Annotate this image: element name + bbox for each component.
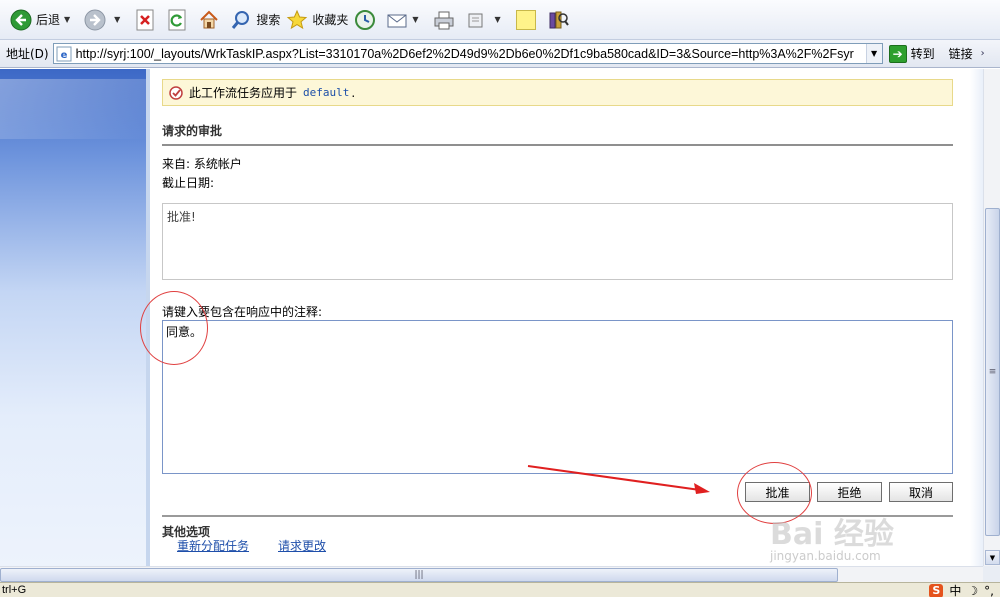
notice-period: .: [351, 85, 356, 100]
address-dropdown-icon[interactable]: ▼: [865, 44, 882, 63]
cancel-button[interactable]: 取消: [889, 482, 953, 502]
forward-arrow-icon: [84, 9, 106, 31]
research-button[interactable]: [547, 5, 573, 35]
search-button[interactable]: 搜索: [230, 5, 280, 35]
status-bar: trl+G S 中 ☽ °,: [0, 582, 1000, 597]
edit-button[interactable]: ▼: [465, 5, 509, 35]
other-options-divider: [162, 515, 953, 517]
note-button[interactable]: [515, 5, 541, 35]
notice-target-link[interactable]: default: [303, 86, 349, 99]
page-right-margin: [970, 69, 983, 566]
task-from: 来自: 系统帐户: [162, 157, 242, 171]
ime-moon-icon: ☽: [967, 583, 979, 597]
refresh-icon: [166, 9, 188, 31]
mail-dropdown-icon[interactable]: ▼: [412, 15, 418, 24]
request-message-text: 批准!: [167, 210, 196, 224]
task-title: 请求的审批: [162, 124, 223, 138]
ie-page-icon: e: [56, 46, 72, 62]
go-arrow-icon: ➔: [888, 44, 907, 63]
scroll-down-icon[interactable]: ▼: [985, 550, 1000, 565]
favorites-label: 收藏夹: [312, 13, 349, 27]
edit-document-icon: [465, 9, 487, 31]
edit-dropdown-icon[interactable]: ▼: [495, 15, 501, 24]
back-label: 后退: [36, 13, 61, 27]
stop-icon: [134, 9, 156, 31]
request-change-link[interactable]: 请求更改: [278, 537, 326, 554]
horizontal-scrollbar[interactable]: |||: [0, 566, 983, 582]
address-url[interactable]: http://syrj:100/_layouts/WrkTaskIP.aspx?…: [76, 47, 866, 61]
reassign-task-link[interactable]: 重新分配任务: [177, 537, 249, 554]
workflow-check-icon: [169, 85, 183, 100]
go-label: 转到: [910, 47, 935, 61]
links-button[interactable]: 链接: [949, 45, 973, 62]
browser-toolbar: 后退 ▼ ▼ 搜索 收藏夹 ▼ ▼: [0, 0, 1000, 40]
home-icon: [198, 9, 220, 31]
star-icon: [286, 9, 308, 31]
forward-button[interactable]: ▼: [84, 5, 128, 35]
reject-button[interactable]: 拒绝: [817, 482, 882, 502]
history-button[interactable]: [354, 5, 380, 35]
task-due-date: 截止日期:: [162, 176, 215, 190]
vertical-scroll-thumb[interactable]: ≡: [985, 208, 1000, 536]
print-button[interactable]: [433, 5, 459, 35]
history-icon: [354, 9, 376, 31]
links-chevron-icon[interactable]: ›: [981, 48, 985, 59]
ime-punct-icon: °,: [984, 583, 994, 597]
home-button[interactable]: [198, 5, 224, 35]
print-icon: [433, 9, 455, 31]
svg-text:e: e: [60, 50, 67, 61]
sogou-ime-icon: S: [929, 583, 944, 597]
page-content: 此工作流任务应用于 default . 请求的审批 来自: 系统帐户 截止日期:…: [0, 69, 983, 566]
favorites-button[interactable]: 收藏夹: [286, 5, 348, 35]
stop-button[interactable]: [134, 5, 160, 35]
workflow-notice: 此工作流任务应用于 default .: [162, 79, 953, 106]
request-message-box: 批准!: [162, 203, 953, 280]
search-icon: [230, 9, 252, 31]
refresh-button[interactable]: [166, 5, 192, 35]
go-button[interactable]: ➔ 转到: [888, 44, 935, 63]
baidu-watermark-url: jingyan.baidu.com: [770, 549, 881, 563]
vertical-scrollbar[interactable]: ≡ ▼: [983, 69, 1000, 566]
address-bar: 地址(D) e http://syrj:100/_layouts/WrkTask…: [0, 40, 1000, 68]
address-input[interactable]: e http://syrj:100/_layouts/WrkTaskIP.asp…: [52, 43, 883, 64]
scrollbar-corner: [983, 566, 1000, 582]
mail-icon: [386, 9, 408, 31]
back-dropdown-icon[interactable]: ▼: [64, 15, 70, 24]
research-books-icon: [547, 9, 569, 31]
back-arrow-icon: [10, 9, 32, 31]
sticky-note-icon: [515, 9, 537, 31]
status-text: trl+G: [2, 584, 27, 596]
mail-button[interactable]: ▼: [386, 5, 426, 35]
ime-mode-label: 中: [949, 584, 962, 597]
ime-indicator[interactable]: S 中 ☽ °,: [929, 583, 994, 597]
back-button[interactable]: 后退 ▼: [10, 5, 78, 35]
horizontal-scroll-thumb[interactable]: |||: [0, 568, 838, 582]
forward-dropdown-icon[interactable]: ▼: [114, 15, 120, 24]
left-nav-panel: [0, 69, 150, 566]
search-label: 搜索: [256, 13, 281, 27]
title-divider: [162, 144, 953, 146]
address-label: 地址(D): [6, 47, 49, 61]
approve-button[interactable]: 批准: [745, 482, 810, 502]
comment-label: 请键入要包含在响应中的注释:: [162, 305, 323, 319]
notice-text: 此工作流任务应用于: [189, 86, 298, 100]
comment-input[interactable]: 同意。: [162, 320, 953, 474]
